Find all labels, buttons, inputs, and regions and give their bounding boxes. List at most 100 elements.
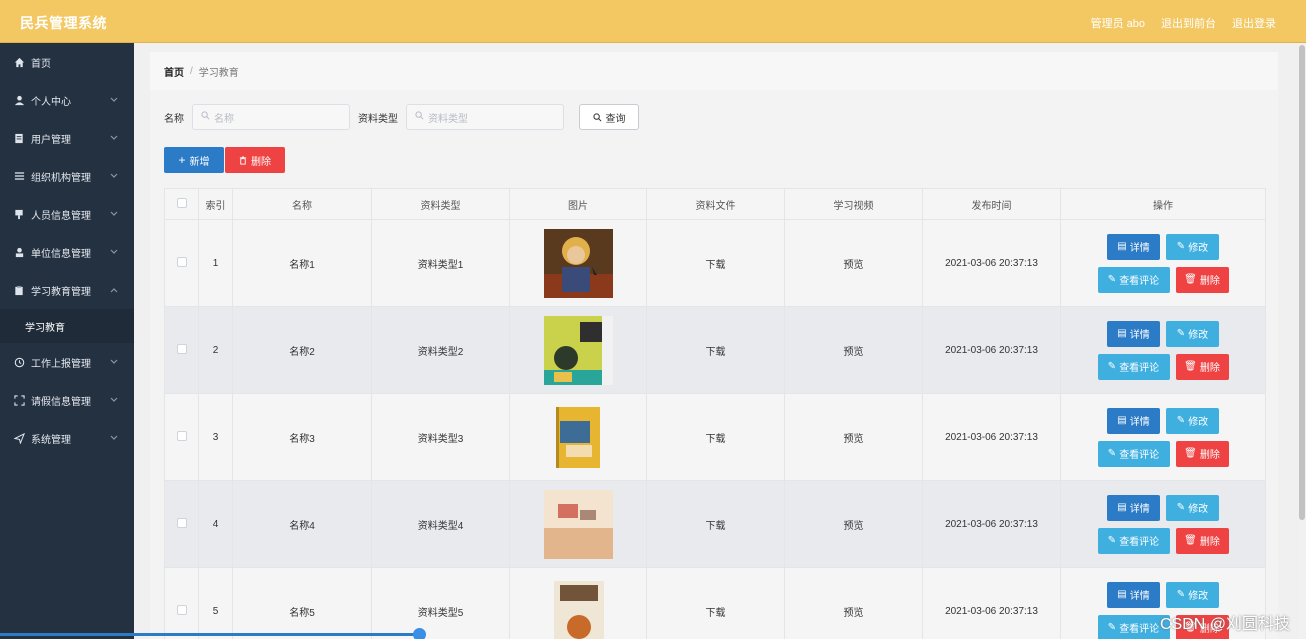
content-panel: 名称 名称 资料类型 资料类型 查询 + 新增 删除 索引 名称 资料类型 图片… [150,90,1278,639]
row-checkbox[interactable] [164,219,199,307]
edit-button[interactable]: ✎ 修改 [1166,320,1219,347]
edit-button[interactable]: ✎ 修改 [1166,581,1219,608]
delete-label: 删除 [1199,276,1220,287]
column-header: 索引 [198,188,233,220]
detail-button[interactable]: ▤ 详情 [1107,494,1160,521]
chevron-down-icon [110,395,118,406]
view-comments-button[interactable]: ✎ 查看评论 [1097,527,1170,554]
badge-icon [13,208,25,220]
sidebar-item-label: 组织机构管理 [31,172,91,184]
pencil-icon: ✎ [1107,622,1117,633]
detail-label: 详情 [1129,504,1150,515]
logout-link[interactable]: 退出登录 [1232,15,1276,31]
row-checkbox[interactable] [164,567,199,639]
delete-label: 删除 [1199,537,1220,548]
view-comments-button[interactable]: ✎ 查看评论 [1097,614,1170,639]
delete-button[interactable]: 🗑 删除 [1175,353,1229,380]
file-download-link[interactable]: 下载 [646,393,785,481]
row-image[interactable] [509,306,647,394]
back-to-front-link[interactable]: 退出到前台 [1161,15,1216,31]
edit-label: 修改 [1188,504,1209,515]
column-header: 发布时间 [922,188,1061,220]
row-actions: ▤ 详情 ✎ 修改 ✎ 查看评论 🗑 删除 [1060,393,1266,481]
edit-button[interactable]: ✎ 修改 [1166,407,1219,434]
file-download-link[interactable]: 下载 [646,567,785,639]
row-checkbox[interactable] [164,480,199,568]
row-image[interactable] [509,219,647,307]
row-checkbox[interactable] [164,393,199,481]
chevron-down-icon [110,247,118,258]
view-comments-button[interactable]: ✎ 查看评论 [1097,440,1170,467]
sidebar-item-work-report[interactable]: 工作上报管理 [0,343,134,381]
thumbnail-image [543,315,613,385]
pencil-icon: ✎ [1176,502,1186,513]
sidebar-item-study[interactable]: 学习教育管理 [0,271,134,309]
sidebar-item-system[interactable]: 系统管理 [0,419,134,457]
pencil-icon: ✎ [1176,328,1186,339]
batch-delete-button[interactable]: 删除 [225,147,285,173]
plus-icon: + [178,153,186,167]
sidebar-item-organization[interactable]: 组织机构管理 [0,157,134,195]
progress-knob[interactable] [413,628,426,639]
view-comments-button[interactable]: ✎ 查看评论 [1097,266,1170,293]
delete-button[interactable]: 🗑 删除 [1175,440,1229,467]
file-download-link[interactable]: 下载 [646,480,785,568]
chevron-down-icon [110,133,118,144]
video-preview-link[interactable]: 预览 [784,567,923,639]
delete-label: 删除 [1199,450,1220,461]
detail-button[interactable]: ▤ 详情 [1107,581,1160,608]
row-image[interactable] [509,393,647,481]
query-button[interactable]: 查询 [579,104,639,130]
row-image[interactable] [509,567,647,639]
file-download-link[interactable]: 下载 [646,219,785,307]
breadcrumb-current: 学习教育 [198,67,239,79]
video-preview-link[interactable]: 预览 [784,306,923,394]
vertical-scrollbar[interactable] [1298,43,1306,639]
edit-button[interactable]: ✎ 修改 [1166,233,1219,260]
app-title: 民兵管理系统 [20,15,107,31]
edit-button[interactable]: ✎ 修改 [1166,494,1219,521]
row-name: 名称4 [232,480,372,568]
view-comments-button[interactable]: ✎ 查看评论 [1097,353,1170,380]
row-type: 资料类型2 [371,306,510,394]
breadcrumb-home[interactable]: 首页 [164,64,184,79]
row-actions: ▤ 详情 ✎ 修改 ✎ 查看评论 🗑 删除 [1060,306,1266,394]
type-search-input[interactable]: 资料类型 [406,104,564,130]
row-name: 名称1 [232,219,372,307]
sidebar-item-label: 系统管理 [31,434,71,446]
detail-button[interactable]: ▤ 详情 [1107,320,1160,347]
sidebar-item-label: 工作上报管理 [31,358,91,370]
detail-button[interactable]: ▤ 详情 [1107,407,1160,434]
row-image[interactable] [509,480,647,568]
edit-label: 修改 [1188,591,1209,602]
name-filter-label: 名称 [164,113,184,125]
sidebar-subitem-study[interactable]: 学习教育 [0,309,134,343]
name-search-input[interactable]: 名称 [192,104,350,130]
sidebar-item-label: 请假信息管理 [31,396,91,408]
detail-button[interactable]: ▤ 详情 [1107,233,1160,260]
sidebar-item-units[interactable]: 单位信息管理 [0,233,134,271]
sidebar-item-home[interactable]: 首页 [0,43,134,81]
select-all-checkbox[interactable] [164,188,199,220]
detail-label: 详情 [1129,417,1150,428]
video-preview-link[interactable]: 预览 [784,219,923,307]
sidebar-item-leave[interactable]: 请假信息管理 [0,381,134,419]
video-progress-bar[interactable] [0,633,420,636]
add-button[interactable]: + 新增 [164,147,224,173]
delete-button[interactable]: 🗑 删除 [1175,266,1229,293]
sidebar-item-label: 用户管理 [31,134,71,146]
search-icon [592,112,602,122]
delete-button[interactable]: 🗑 删除 [1175,527,1229,554]
row-checkbox[interactable] [164,306,199,394]
detail-label: 详情 [1129,591,1150,602]
chevron-down-icon [110,171,118,182]
sidebar-item-personnel[interactable]: 人员信息管理 [0,195,134,233]
comment-label: 查看评论 [1119,363,1160,374]
sidebar-item-personal[interactable]: 个人中心 [0,81,134,119]
pencil-icon: ✎ [1176,589,1186,600]
file-download-link[interactable]: 下载 [646,306,785,394]
video-preview-link[interactable]: 预览 [784,393,923,481]
video-preview-link[interactable]: 预览 [784,480,923,568]
sidebar-item-users[interactable]: 用户管理 [0,119,134,157]
scrollbar-thumb[interactable] [1299,45,1305,520]
